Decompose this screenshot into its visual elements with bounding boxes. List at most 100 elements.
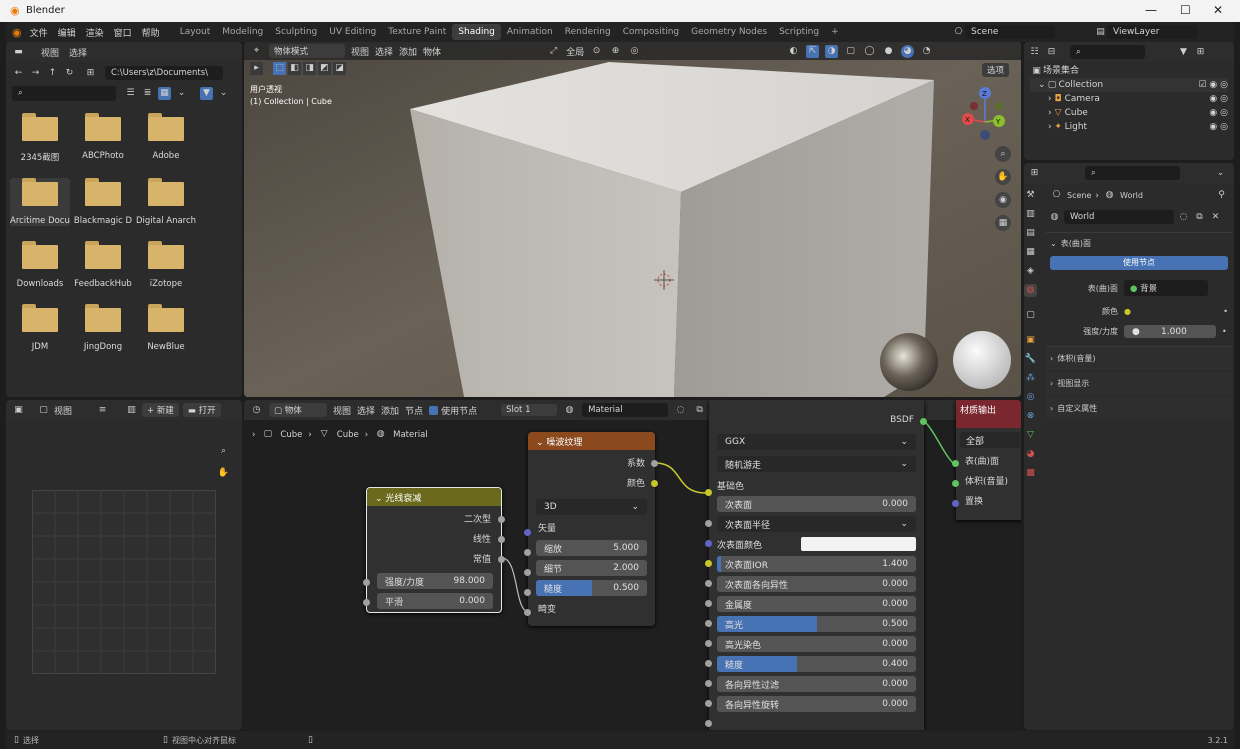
display-mode-icon[interactable]: ⊟ — [1045, 46, 1058, 59]
principled-bsdf-node[interactable]: BSDF GGX ⌄ 随机游走 ⌄ 基础色 次表面 0.000 次表面半径 ⌄ 次表面颜色次… — [705, 400, 924, 730]
folder-item[interactable]: Adobe — [136, 113, 196, 163]
properties-dropdown-icon[interactable]: ⌄ — [1214, 167, 1227, 180]
bsdf-input-socket[interactable] — [705, 680, 712, 687]
bsdf-input-socket[interactable] — [705, 640, 712, 647]
bsdf-input-socket[interactable] — [705, 540, 712, 547]
folder-item[interactable]: JingDong — [73, 304, 133, 352]
filter-dropdown-icon[interactable]: ⌄ — [217, 87, 230, 100]
item-visibility-icons[interactable]: ◉ ◎ — [1209, 120, 1228, 134]
display-dropdown-icon[interactable]: ⌄ — [175, 87, 188, 100]
viewport-display-panel-header[interactable]: › 视图显示 — [1046, 372, 1232, 395]
bsdf-field[interactable]: 次表面 0.000 — [717, 496, 916, 512]
zoom-icon[interactable]: ⌕ — [995, 146, 1011, 162]
outliner-type-icon[interactable]: ☷ — [1028, 46, 1041, 59]
detail-view-icon[interactable]: ≣ — [141, 87, 154, 100]
fb-search-input[interactable]: ⌕ — [12, 86, 116, 101]
visibility-icon[interactable]: ◐ — [787, 45, 800, 58]
maximize-button[interactable]: ☐ — [1180, 3, 1191, 17]
world-browse-icon[interactable]: ◍ — [1048, 211, 1061, 224]
xray-icon[interactable]: ▢ — [844, 45, 857, 58]
tab-sculpting[interactable]: Sculpting — [269, 24, 323, 40]
strength-field[interactable]: ● 1.000 — [1124, 325, 1216, 338]
world-tab-icon[interactable]: ◍ — [1024, 284, 1037, 297]
open-image-button[interactable]: ▬ 打开 — [182, 403, 221, 417]
viewlayer-tab-icon[interactable]: ▦ — [1024, 246, 1037, 259]
thumbnail-view-icon[interactable]: ▦ — [158, 87, 171, 100]
outliner-new-collection-icon[interactable]: ⊞ — [1194, 46, 1207, 59]
bsdf-input-socket[interactable] — [705, 520, 712, 527]
select-box-icon[interactable]: ⬚ — [273, 62, 286, 75]
pivot-icon[interactable]: ⊙ — [590, 45, 603, 58]
output-volume-socket[interactable] — [952, 480, 959, 487]
folder-item[interactable]: NewBlue — [136, 304, 196, 352]
mode-dropdown[interactable]: 物体模式 — [269, 44, 345, 58]
noise-node-header[interactable]: ⌄ 噪波纹理 — [528, 432, 655, 450]
view-mode-icon[interactable]: ▢ — [37, 404, 50, 417]
parent-dir-icon[interactable]: ↑ — [46, 67, 59, 80]
orientation-global[interactable]: 全局 — [566, 45, 584, 58]
proportional-icon[interactable]: ◎ — [628, 45, 641, 58]
bsdf-output-socket[interactable] — [920, 418, 927, 425]
world-name-field[interactable]: World — [1064, 210, 1174, 224]
outliner-filter-icon[interactable]: ▼ — [1177, 46, 1190, 59]
output-node-header[interactable]: 材质输出 — [956, 400, 1021, 428]
bsdf-field[interactable]: 次表面半径 ⌄ — [717, 516, 916, 532]
falloff-constant-socket[interactable] — [498, 556, 505, 563]
back-arrow-icon[interactable]: ← — [12, 67, 25, 80]
bsdf-field[interactable]: 次表面颜色 — [717, 536, 916, 552]
falloff-quadratic-socket[interactable] — [498, 516, 505, 523]
image-browse-icon[interactable]: ▥ — [125, 404, 138, 417]
falloff-strength-field[interactable]: 强度/力度 98.000 — [377, 573, 493, 589]
gizmo-toggle-icon[interactable]: ⇱ — [806, 44, 820, 58]
tab-modeling[interactable]: Modeling — [216, 24, 269, 40]
texture-tab-icon[interactable]: ▩ — [1024, 467, 1037, 480]
ortho-grid-icon[interactable]: ▦ — [995, 215, 1011, 231]
surface-shader-field[interactable]: ● 背景 — [1124, 280, 1208, 296]
bsdf-sss-method-dropdown[interactable]: 随机游走 ⌄ — [717, 456, 916, 472]
pan-hand-icon[interactable]: ✋ — [995, 169, 1011, 185]
outliner-search-input[interactable]: ⌕ — [1070, 45, 1145, 59]
folder-item[interactable]: Arcitime Docu... — [10, 178, 70, 226]
noise-dimension-dropdown[interactable]: 3D ⌄ — [536, 499, 647, 515]
fb-menu-view[interactable]: 视图 — [41, 46, 59, 59]
ie-pan-icon[interactable]: ✋ — [217, 467, 230, 480]
new-image-button[interactable]: + 新建 — [142, 403, 179, 417]
scene-name[interactable]: Scene — [965, 25, 1055, 39]
solid-shading-icon[interactable]: ● — [882, 45, 895, 58]
filter-icon[interactable]: ▼ — [200, 87, 213, 100]
vp-menu-view[interactable]: 视图 — [351, 45, 369, 58]
folder-editor-icon[interactable]: ▬ — [12, 46, 25, 59]
noise-vector-socket[interactable] — [524, 529, 531, 536]
color-socket-icon[interactable]: ● — [1124, 307, 1131, 316]
scene-tab-icon[interactable]: ◈ — [1024, 265, 1037, 278]
render-tab-icon[interactable]: ▥ — [1024, 208, 1037, 221]
hamburger-menu-icon[interactable]: ≡ — [96, 404, 109, 417]
vp-menu-select[interactable]: 选择 — [375, 45, 393, 58]
select-subtract-icon[interactable]: ◨ — [303, 62, 316, 75]
falloff-smooth-field[interactable]: 平滑 0.000 — [377, 593, 493, 609]
forward-arrow-icon[interactable]: → — [29, 67, 42, 80]
menu-render[interactable]: 渲染 — [86, 26, 104, 39]
bsdf-input-socket[interactable] — [705, 580, 712, 587]
viewlayer-selector[interactable]: ▤ ViewLayer — [1094, 25, 1197, 39]
falloff-strength-socket[interactable] — [363, 579, 370, 586]
refresh-icon[interactable]: ↻ — [63, 67, 76, 80]
folder-item[interactable]: JDM — [10, 304, 70, 352]
fb-menu-select[interactable]: 选择 — [69, 46, 87, 59]
bsdf-input-socket[interactable] — [705, 720, 712, 727]
data-tab-icon[interactable]: ▽ — [1024, 429, 1037, 442]
bsdf-field[interactable]: 次表面各向异性 0.000 — [717, 576, 916, 592]
tab-animation[interactable]: Animation — [501, 24, 559, 40]
add-workspace-button[interactable]: + — [825, 24, 845, 40]
folder-item[interactable]: Downloads — [10, 241, 70, 289]
tool-settings-icon[interactable]: ▸ — [250, 62, 263, 75]
tool-tab-icon[interactable]: ⚒ — [1024, 189, 1037, 202]
folder-item[interactable]: FeedbackHub — [73, 241, 133, 289]
minimize-button[interactable]: — — [1145, 3, 1157, 17]
particles-tab-icon[interactable]: ⁂ — [1024, 372, 1037, 385]
item-visibility-icons[interactable]: ◉ ◎ — [1209, 106, 1228, 120]
noise-roughness-socket[interactable] — [524, 589, 531, 596]
bsdf-field[interactable]: 各向异性旋转 0.000 — [717, 696, 916, 712]
outliner-item-light[interactable]: › ✦ Light ◉ ◎ — [1030, 120, 1228, 134]
editor-type-icon[interactable]: ⌖ — [250, 45, 263, 58]
